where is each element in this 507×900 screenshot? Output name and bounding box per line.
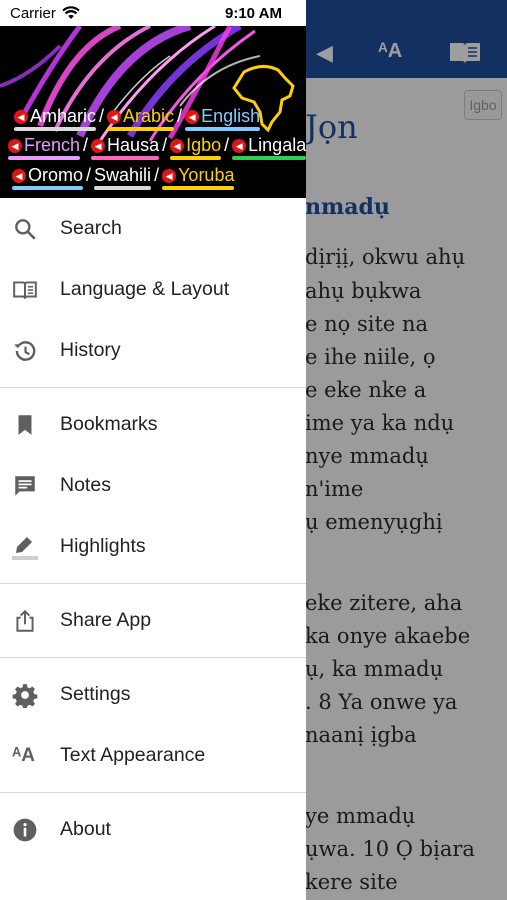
language-hausa[interactable]: ◀ Hausa	[91, 135, 160, 160]
separator: /	[154, 165, 160, 185]
menu-item-label: Settings	[60, 683, 131, 705]
search-icon	[12, 216, 38, 242]
menu-item-search[interactable]: Search	[0, 198, 306, 259]
language-igbo[interactable]: ◀ Igbo	[170, 135, 222, 160]
separator: /	[99, 106, 105, 126]
menu-item-history[interactable]: History	[0, 320, 306, 381]
gear-icon	[12, 682, 38, 709]
menu-item-label: Share App	[60, 609, 152, 631]
speaker-icon: ◀	[170, 139, 185, 153]
speaker-icon: ◀	[12, 169, 26, 183]
language-label: Amharic	[30, 106, 97, 126]
language-row: ◀ Oromo / Swahili / ◀ Yoruba	[12, 165, 306, 190]
language-english[interactable]: ◀ English	[185, 106, 261, 131]
menu-item-highlights[interactable]: Highlights	[0, 516, 306, 577]
menu-item-label: History	[60, 339, 121, 361]
history-icon	[12, 338, 38, 364]
language-yoruba[interactable]: ◀ Yoruba	[162, 165, 235, 190]
separator: /	[86, 165, 92, 185]
clock: 9:10 AM	[225, 5, 282, 22]
speaker-icon: ◀	[185, 110, 200, 124]
bookmark-icon	[12, 412, 38, 438]
menu-item-label: Language & Layout	[60, 278, 230, 300]
menu-item-share-app[interactable]: Share App	[0, 590, 306, 651]
divider	[0, 583, 306, 584]
language-label: Hausa	[107, 135, 160, 155]
menu-item-label: Text Appearance	[60, 744, 206, 766]
language-banner: ◀ Amharic / ◀ Arabic / ◀ English ◀ French / ◀ Hausa…	[0, 26, 306, 198]
language-label: Oromo	[28, 165, 84, 185]
notes-icon	[12, 473, 38, 499]
separator: /	[224, 135, 230, 155]
menu-item-label: Bookmarks	[60, 413, 158, 435]
speaker-icon: ◀	[162, 169, 177, 183]
speaker-icon: ◀	[14, 110, 28, 124]
menu-item-about[interactable]: About	[0, 799, 306, 860]
share-icon	[12, 608, 38, 634]
language-amharic[interactable]: ◀ Amharic	[14, 106, 97, 131]
divider	[0, 657, 306, 658]
language-label: Yoruba	[178, 165, 235, 185]
language-lingala[interactable]: ◀ Lingala	[232, 135, 306, 160]
menu-item-notes[interactable]: Notes	[0, 455, 306, 516]
divider	[0, 792, 306, 793]
menu-item-label: Search	[60, 217, 122, 239]
language-swahili[interactable]: Swahili	[94, 165, 152, 190]
speaker-icon: ◀	[107, 110, 122, 124]
menu-item-label: Notes	[60, 474, 111, 496]
drawer-menu: Search Language & Layout History Bookmar…	[0, 198, 306, 860]
language-label: Swahili	[94, 165, 152, 185]
status-bar: Carrier 9:10 AM	[0, 0, 306, 28]
divider	[0, 387, 306, 388]
carrier-label: Carrier	[10, 5, 56, 22]
language-oromo[interactable]: ◀ Oromo	[12, 165, 84, 190]
navigation-drawer: Carrier 9:10 AM ◀ Amharic / ◀ Arabic / ◀…	[0, 0, 306, 900]
menu-item-language-layout[interactable]: Language & Layout	[0, 259, 306, 320]
info-icon	[12, 817, 38, 843]
speaker-icon: ◀	[8, 139, 22, 153]
language-french[interactable]: ◀ French	[8, 135, 81, 160]
language-row: ◀ Amharic / ◀ Arabic / ◀ English	[14, 106, 306, 131]
language-label: Lingala	[248, 135, 306, 155]
speaker-icon: ◀	[91, 139, 106, 153]
language-label: English	[201, 106, 261, 126]
menu-item-label: About	[60, 818, 111, 840]
menu-item-label: Highlights	[60, 535, 146, 557]
menu-item-text-appearance[interactable]: ᴬA Text Appearance	[0, 725, 306, 786]
book-open-icon	[12, 277, 38, 303]
highlighter-icon	[12, 534, 38, 560]
text-size-icon: ᴬA	[12, 745, 35, 766]
menu-item-settings[interactable]: Settings	[0, 664, 306, 725]
speaker-icon: ◀	[232, 139, 247, 153]
language-label: French	[24, 135, 81, 155]
wifi-icon	[62, 6, 80, 25]
menu-item-bookmarks[interactable]: Bookmarks	[0, 394, 306, 455]
language-label: Arabic	[123, 106, 175, 126]
separator: /	[162, 135, 168, 155]
language-label: Igbo	[186, 135, 222, 155]
separator: /	[177, 106, 183, 126]
language-arabic[interactable]: ◀ Arabic	[107, 106, 175, 131]
language-row: ◀French/◀Hausa/◀Igbo/◀Lingala/	[8, 135, 306, 160]
separator: /	[83, 135, 89, 155]
